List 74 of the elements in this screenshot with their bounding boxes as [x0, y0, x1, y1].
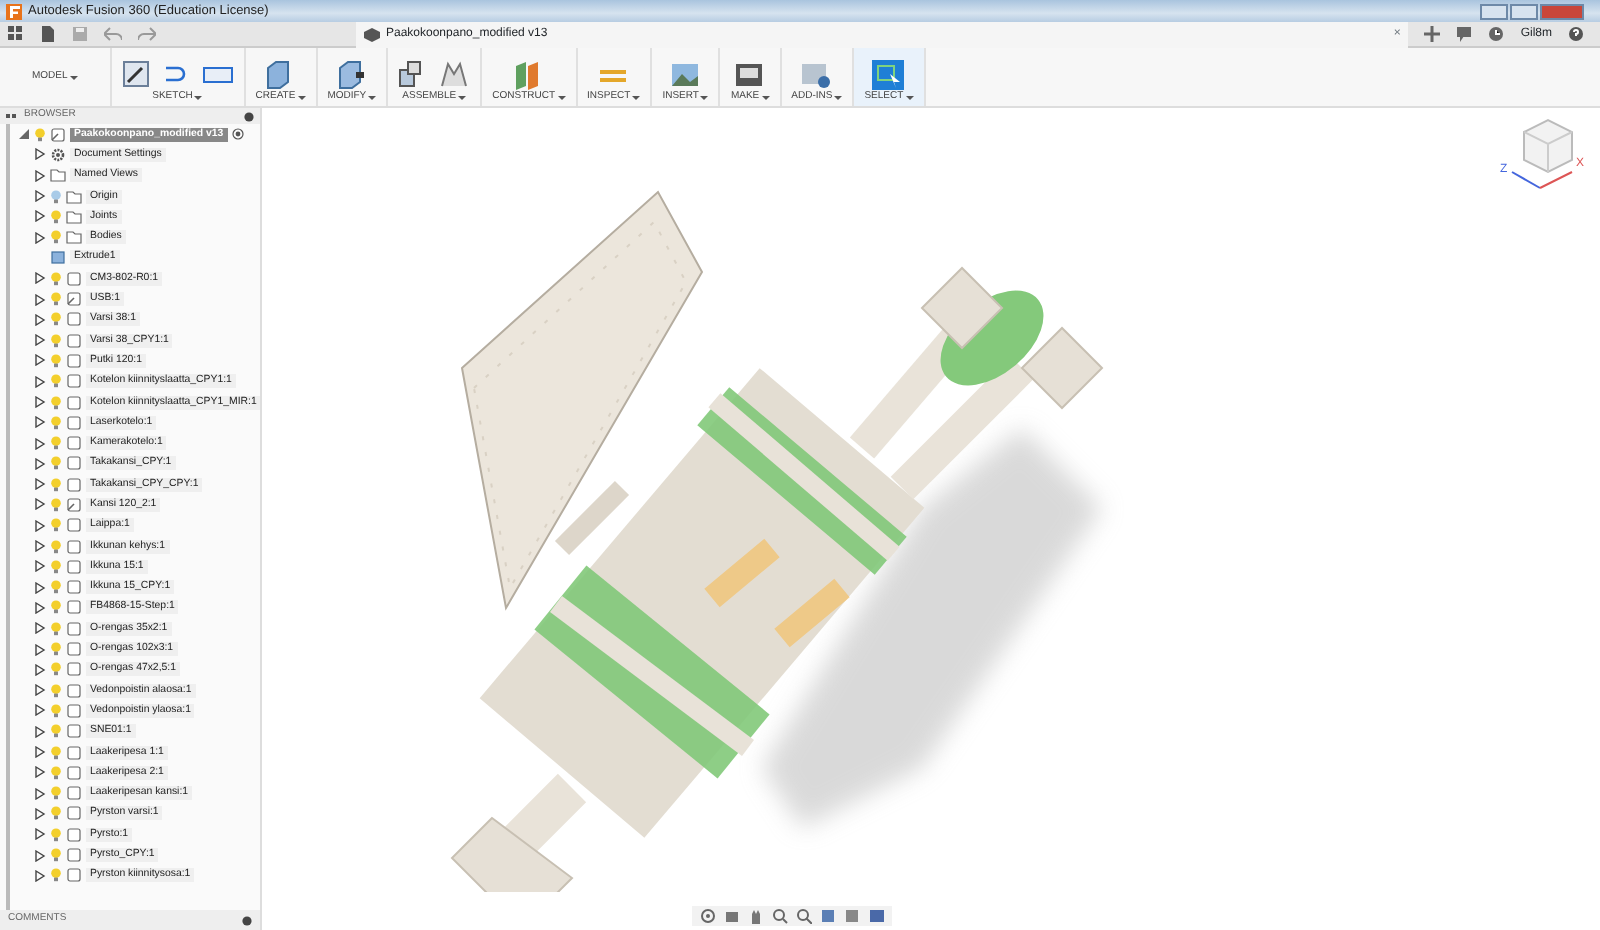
- caret-icon: [69, 75, 78, 79]
- expand-arrow-icon[interactable]: [34, 540, 46, 553]
- expand-arrow-icon[interactable]: [34, 272, 46, 285]
- expand-arrow-icon[interactable]: [34, 622, 46, 635]
- caret-icon: [700, 95, 709, 100]
- expand-arrow-icon[interactable]: [34, 560, 46, 573]
- data-panel-icon[interactable]: [8, 26, 24, 42]
- caret-icon: [632, 95, 641, 100]
- caret-icon: [834, 95, 843, 100]
- expand-arrow-icon[interactable]: [34, 519, 46, 532]
- expand-arrow-icon[interactable]: [34, 354, 46, 367]
- expand-arrow-icon[interactable]: [34, 849, 46, 862]
- file-icon[interactable]: [40, 26, 56, 42]
- expand-arrow-icon[interactable]: [34, 601, 46, 614]
- zoom-icon[interactable]: [772, 908, 788, 924]
- history-icon[interactable]: [1488, 26, 1505, 42]
- expand-arrow-icon[interactable]: [34, 190, 46, 203]
- tool-icon[interactable]: [335, 60, 368, 90]
- expand-arrow-icon[interactable]: [34, 704, 46, 717]
- expand-arrow-icon[interactable]: [34, 766, 46, 779]
- component-icon: [66, 292, 82, 307]
- expand-arrow-icon[interactable]: [34, 437, 46, 450]
- tool-icon[interactable]: [121, 60, 154, 90]
- expand-arrow-icon[interactable]: [34, 684, 46, 697]
- component-icon: [50, 127, 66, 142]
- expand-arrow-icon[interactable]: [34, 231, 46, 244]
- expand-arrow-icon[interactable]: [34, 313, 46, 326]
- expand-arrow-icon[interactable]: [34, 663, 46, 676]
- expand-arrow-icon[interactable]: [34, 210, 46, 223]
- component-icon: [66, 497, 82, 512]
- maximize-button[interactable]: [1510, 3, 1538, 19]
- tool-icon[interactable]: [734, 60, 767, 90]
- expand-arrow-icon[interactable]: [34, 375, 46, 388]
- expand-arrow-icon[interactable]: [34, 457, 46, 470]
- expand-arrow-icon[interactable]: [34, 746, 46, 759]
- settings-icon[interactable]: [242, 915, 252, 925]
- caret-icon: [905, 95, 914, 100]
- app-logo-icon: [6, 3, 22, 19]
- expand-arrow-icon[interactable]: [34, 581, 46, 594]
- new-tab-icon[interactable]: [1424, 26, 1441, 42]
- expand-arrow-icon[interactable]: [34, 643, 46, 656]
- caret-icon: [557, 95, 566, 100]
- settings-icon: [50, 147, 66, 162]
- extrude-icon: [50, 250, 66, 265]
- help-icon[interactable]: [1568, 26, 1584, 42]
- minimize-button[interactable]: [1480, 3, 1508, 19]
- expand-arrow-icon[interactable]: [34, 396, 46, 408]
- expand-arrow-icon[interactable]: [34, 169, 46, 182]
- expand-arrow-icon[interactable]: [34, 293, 46, 306]
- caret-icon: [458, 95, 467, 100]
- expand-arrow-icon[interactable]: [34, 416, 46, 429]
- expand-arrow-icon[interactable]: [34, 807, 46, 820]
- settings-icon[interactable]: [244, 111, 254, 121]
- expand-arrow-icon[interactable]: [34, 478, 46, 491]
- caret-icon: [368, 95, 377, 100]
- caret-icon: [761, 95, 770, 100]
- caret-icon: [297, 95, 306, 100]
- orbit-icon[interactable]: [700, 908, 716, 924]
- collapse-arrow-icon[interactable]: [18, 128, 30, 141]
- lightbulb-icon[interactable]: [34, 127, 46, 142]
- component-icon: [66, 271, 82, 286]
- collapse-icon[interactable]: [6, 112, 16, 120]
- chat-icon[interactable]: [1456, 26, 1473, 42]
- expand-arrow-icon[interactable]: [34, 828, 46, 841]
- expand-arrow-icon[interactable]: [34, 148, 46, 161]
- expand-arrow-icon[interactable]: [34, 725, 46, 738]
- radio-icon[interactable]: [231, 128, 244, 141]
- component-icon: [364, 27, 380, 41]
- expand-arrow-icon[interactable]: [34, 334, 46, 347]
- expand-arrow-icon[interactable]: [34, 869, 46, 882]
- expand-arrow-icon[interactable]: [34, 498, 46, 511]
- zoom-window-icon[interactable]: [796, 908, 812, 924]
- expand-arrow-icon[interactable]: [34, 787, 46, 800]
- caret-icon: [194, 95, 203, 100]
